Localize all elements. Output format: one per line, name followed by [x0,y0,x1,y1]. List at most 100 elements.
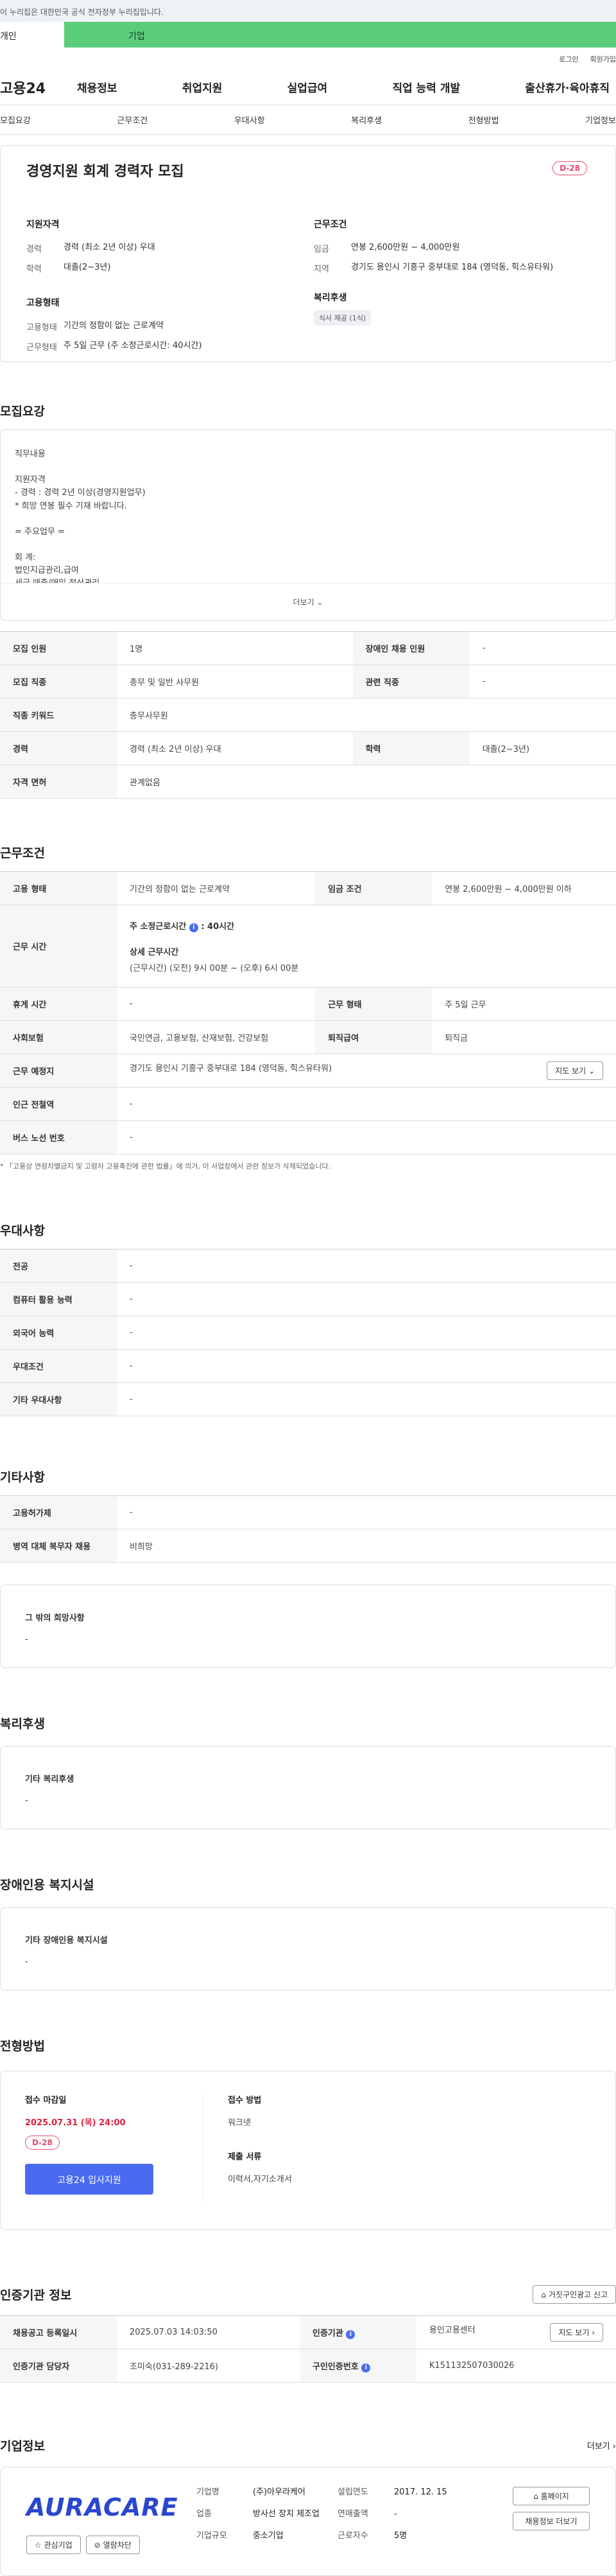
hours-value: : 40시간 [201,921,235,932]
cell-value: - [117,1120,616,1154]
anchor-work[interactable]: 근무조건 [117,114,148,126]
gnb-item-parental-leave[interactable]: 출산휴가·육아휴직 [518,79,616,95]
cell-header: 컴퓨터 활용 능력 [0,1282,117,1316]
cell-header: 인증기관 담당자 [0,2349,117,2383]
table-row: 직종 키워드 총무사무원 [0,698,616,732]
map-button[interactable]: 지도 보기 ⌄ [547,1061,603,1080]
company-more-link[interactable]: 더보기 › [587,2439,616,2451]
cert-number-label: 구인인증번호 [312,2362,359,2372]
cell-value: K151132507030026 [416,2349,616,2383]
cell-header: 자격 면허 [0,765,117,799]
cert-agency-cell: 용인고용센터 지도 보기 › [416,2315,616,2349]
cell-value: 대졸(2~3년) [469,731,616,765]
company-card: AURACARE ☆ 관심기업 ⊘ 열람차단 기업명 (주)아우라케어 업종 방사선… [0,2467,616,2576]
gnb-item-jobs[interactable]: 채용정보 [71,79,124,95]
gnb-item-training[interactable]: 직업 능력 개발 [386,79,466,95]
welfare-chip: 식사 제공 (1식) [314,310,372,326]
company-value: 중소기업 [253,2531,284,2541]
info-icon[interactable]: i [189,923,198,932]
anchor-tabs: 모집요강 근무조건 우대사항 복리후생 전형방법 기업정보 [0,105,616,135]
recruit-heading: 모집요강 [0,405,45,419]
gnb-item-unemployment-benefit[interactable]: 실업급여 [281,79,334,95]
table-row: 인증기관 담당자 조미숙(031-289-2216) 구인인증번호 i K151132… [0,2349,616,2383]
cell-header: 근무 시간 [0,905,117,988]
tab-individual[interactable]: 개인 [0,22,64,48]
table-row: 고용허가제 - [0,1495,616,1529]
favorite-company-button[interactable]: ☆ 관심기업 [26,2536,81,2554]
block-company-button[interactable]: ⊘ 열람차단 [85,2536,140,2554]
global-nav: 고용24 채용정보 취업지원 실업급여 직업 능력 개발 출산휴가·육아휴직 [0,69,616,105]
gnb-item-employment-support[interactable]: 취업지원 [176,79,229,95]
info-icon[interactable]: i [361,2363,371,2372]
cert-heading: 인증기관 정보 [0,2288,72,2302]
anchor-prefer[interactable]: 우대사항 [234,114,265,126]
qual-key: 경력 [26,245,42,254]
apply-dday-badge: D-28 [25,2136,60,2150]
cond-value: 경기도 용인시 기흥구 중부대로 184 (영덕동, 힉스유타워) [351,263,554,272]
cert-map-label: 지도 보기 [558,2328,590,2337]
anchor-welfare[interactable]: 복리후생 [351,114,382,126]
apply-right: 접수 방법 워크넷 제출 서류 이력서,자기소개서 [203,2093,591,2204]
report-icon: ⌂ [541,2290,547,2299]
cell-value: 퇴직금 [432,1020,616,1054]
description-line: = 주요업무 = [15,527,65,537]
map-button-label: 지도 보기 [555,1066,586,1075]
company-jobs-button[interactable]: 채용정보 더보기 [513,2512,590,2530]
cell-header: 모집 직종 [0,665,117,699]
homepage-button[interactable]: ⌂ 홈페이지 [513,2487,590,2505]
report-button[interactable]: ⌂ 거짓구인광고 신고 [533,2285,616,2304]
table-row: 휴게 시간 - 근무 형태 주 5일 근무 [0,987,616,1021]
tab-company[interactable]: 기업 [64,22,616,48]
info-icon[interactable]: i [346,2329,355,2339]
cell-header: 버스 노선 번호 [0,1120,117,1154]
gnb-menu: 채용정보 취업지원 실업급여 직업 능력 개발 출산휴가·육아휴직 [71,79,616,95]
homepage-label: 홈페이지 [540,2492,569,2501]
anchor-recruit[interactable]: 모집요강 [0,114,31,126]
cell-header: 근무 형태 [315,987,432,1021]
docs-label: 제출 서류 [228,2152,262,2162]
disabled-box-title: 기타 장애인용 복지시설 [25,1936,108,1945]
star-icon: ☆ [35,2541,42,2550]
anchor-selection[interactable]: 전형방법 [468,114,499,126]
apply-button[interactable]: 고용24 입사지원 [25,2164,153,2195]
deadline-value: 2025.07.31 (목) 24:00 [25,2118,126,2128]
more-button[interactable]: 더보기 ⌄ [1,583,615,620]
cert-map-button[interactable]: 지도 보기 › [550,2323,603,2342]
cell-header: 병역 대체 복무자 채용 [0,1529,117,1563]
anchor-company[interactable]: 기업정보 [585,114,616,126]
table-row: 병역 대체 복무자 채용 비희망 [0,1529,616,1563]
welfare-heading: 복리후생 [314,293,347,303]
site-logo[interactable]: 고용24 [0,77,71,98]
company-key: 설립연도 [338,2487,368,2497]
cell-header: 전공 [0,1249,117,1283]
job-summary-card: 경영지원 회계 경력자 모집 D-28 지원자격 경력 경력 (최소 2년 이상)… [0,145,616,362]
login-link[interactable]: 로그인 [559,54,578,69]
etc-table: 고용허가제 - 병역 대체 복무자 채용 비희망 [0,1495,616,1563]
description-line: 직무내용 [15,449,46,459]
company-value: 2017. 12. 15 [394,2487,447,2497]
favorite-label: 관심기업 [44,2541,73,2550]
table-row: 기타 우대사항 - [0,1382,616,1416]
company-key: 근로자수 [338,2531,368,2541]
chevron-right-icon: › [592,2328,595,2337]
table-row: 인근 전철역 - [0,1087,616,1121]
cell-value: 주 5일 근무 [432,987,616,1021]
cell-header: 고용허가제 [0,1495,117,1529]
etc-section: 기타사항 고용허가제 - 병역 대체 복무자 채용 비희망 그 밖의 희망사항 - [0,1468,616,1668]
table-row: 우대조건 - [0,1349,616,1383]
signup-link[interactable]: 회원가입 [590,54,616,69]
age-note: * 「고용상 연령차별금지 및 고령자 고용촉진에 관한 법률」에 의거, 이 … [0,1162,331,1171]
welfare-heading-main: 복리후생 [0,1717,45,1731]
table-row: 버스 노선 번호 - [0,1120,616,1154]
emp-value: 주 5일 근무 (주 소정근로시간: 40시간) [64,341,202,351]
cell-value: 경력 (최소 2년 이상) 우대 [117,731,353,765]
selection-heading: 전형방법 [0,2039,45,2053]
cell-value: 비희망 [117,1529,616,1563]
cell-value: 1명 [117,631,353,665]
cell-value: - [117,987,316,1021]
cell-value: - [117,1087,616,1121]
cell-value: 국민연금, 고용보험, 산재보험, 건강보험 [117,1020,316,1054]
welfare-box-title: 기타 복리후생 [25,1775,74,1784]
cert-agency-label: 인증기관 [312,2328,343,2338]
cell-header: 임금 조건 [315,871,432,905]
